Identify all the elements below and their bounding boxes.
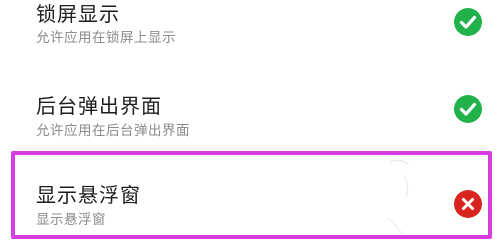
permission-settings-list: 锁屏显示 允许应用在锁屏上显示 后台弹出界面 允许应用在后台弹出界面 显示悬浮窗… (0, 0, 500, 243)
check-icon[interactable] (454, 8, 482, 36)
setting-title: 显示悬浮窗 (36, 183, 141, 207)
setting-row-floating-window[interactable]: 显示悬浮窗 显示悬浮窗 (11, 151, 492, 239)
check-icon[interactable] (454, 95, 482, 123)
setting-title: 后台弹出界面 (36, 94, 162, 118)
setting-title: 锁屏显示 (36, 2, 120, 26)
setting-row-background-popup[interactable]: 后台弹出界面 允许应用在后台弹出界面 (0, 80, 500, 142)
setting-subtitle: 显示悬浮窗 (36, 212, 106, 228)
setting-row-lock-screen-display[interactable]: 锁屏显示 允许应用在锁屏上显示 (0, 0, 500, 55)
close-icon[interactable] (454, 190, 482, 218)
setting-subtitle: 允许应用在锁屏上显示 (36, 30, 176, 46)
setting-subtitle: 允许应用在后台弹出界面 (36, 123, 190, 139)
